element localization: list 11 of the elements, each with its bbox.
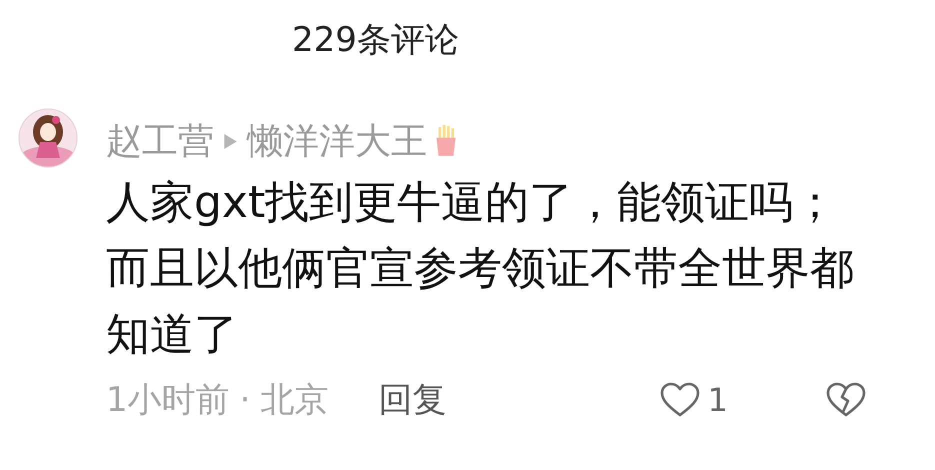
heart-icon <box>660 382 700 418</box>
dot-separator: · <box>240 380 250 420</box>
broken-heart-icon[interactable] <box>826 382 866 418</box>
like-button[interactable]: 1 <box>660 381 728 419</box>
comment-text: 而且以他俩官宣参考领证不带全世界都知道了 <box>106 242 855 362</box>
reply-button[interactable]: 回复 <box>378 377 446 423</box>
comments-title: 229条评论 <box>292 19 459 62</box>
comment-location: 北京 <box>260 379 328 422</box>
play-icon <box>224 134 237 148</box>
comment-text: 人家gxt找到更牛逼的了，能领证吗； <box>106 176 838 230</box>
comment-time: 1小时前 <box>106 379 230 422</box>
